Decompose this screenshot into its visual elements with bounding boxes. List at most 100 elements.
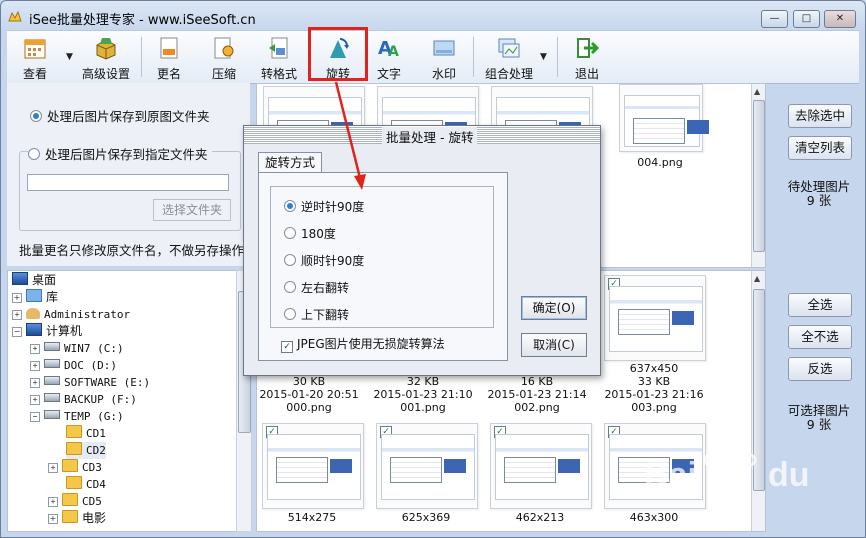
dialog-title-bar[interactable]: 批量处理 - 旋转	[244, 126, 600, 146]
tree-item-folder[interactable]: + 电影	[48, 510, 106, 527]
pending-image-card[interactable]	[619, 84, 709, 152]
available-images-label: 可选择图片	[787, 403, 851, 418]
expand-icon[interactable]: +	[48, 463, 58, 473]
toolbar-view-button[interactable]: 查看	[15, 34, 55, 81]
tree-item-folder[interactable]: CD1	[66, 425, 106, 442]
option-180-radio[interactable]: 180度	[284, 225, 336, 242]
maximize-button[interactable]: □	[793, 10, 820, 28]
tree-item-drive-f[interactable]: + BACKUP (F:)	[30, 391, 137, 408]
card-meta: 32 KB 2015-01-23 21:10 001.png	[363, 375, 483, 414]
folder-icon	[62, 493, 78, 506]
expand-icon[interactable]: +	[30, 361, 40, 371]
available-image-card[interactable]: ✓	[262, 423, 364, 509]
thumbnail-image	[267, 434, 361, 500]
card-meta: 16 KB 2015-01-23 21:14 002.png	[477, 375, 597, 414]
scrollbar-thumb[interactable]	[753, 100, 765, 252]
tree-item-drive-c[interactable]: + WIN7 (C:)	[30, 340, 124, 357]
rename-icon	[160, 37, 178, 59]
combine-icon	[498, 38, 520, 58]
option-flip-vertical-radio[interactable]: 上下翻转	[284, 306, 349, 323]
invert-selection-button[interactable]: 反选	[788, 357, 852, 381]
toolbar-label: 高级设置	[81, 67, 130, 81]
minimize-button[interactable]: —	[761, 10, 788, 28]
card-meta: 30 KB 2015-01-20 20:51 000.png	[257, 375, 369, 414]
radio-label: 逆时针90度	[301, 200, 365, 214]
radio-indicator	[284, 200, 296, 212]
tree-item-label: CD5	[82, 495, 102, 508]
combine-dropdown-arrow-icon[interactable]: ▼	[540, 52, 547, 62]
tree-item-folder[interactable]: CD4	[66, 476, 106, 493]
toolbar-watermark-button[interactable]: 水印	[426, 34, 462, 81]
card-dims: 462x213	[515, 511, 565, 524]
text-icon: AA	[378, 38, 399, 60]
option-cw90-radio[interactable]: 顺时针90度	[284, 252, 364, 269]
toolbar-exit-button[interactable]: 退出	[569, 34, 605, 81]
select-none-button[interactable]: 全不选	[788, 325, 852, 349]
tree-item-label: CD4	[86, 478, 106, 491]
radio-label: 处理后图片保存到指定文件夹	[45, 147, 208, 162]
expand-icon[interactable]: +	[48, 497, 58, 507]
jpeg-lossless-checkbox[interactable]: ✓ JPEG图片使用无损旋转算法	[281, 335, 445, 353]
tab-rotate-mode[interactable]: 旋转方式	[258, 152, 322, 173]
tree-item-computer[interactable]: − 计算机	[12, 323, 82, 340]
exit-icon	[577, 38, 599, 58]
radio-indicator	[284, 308, 296, 320]
toolbar-compress-button[interactable]: 压缩	[206, 34, 242, 81]
close-button[interactable]: ✕	[824, 10, 856, 28]
view-dropdown-arrow-icon[interactable]: ▼	[66, 52, 73, 62]
radio-indicator	[284, 254, 296, 266]
expand-icon[interactable]: +	[48, 514, 58, 524]
folder-icon	[62, 459, 78, 472]
remove-selected-button[interactable]: 去除选中	[788, 104, 852, 128]
tree-item-folder[interactable]: + CD5	[48, 493, 102, 510]
tree-item-drive-e[interactable]: + SOFTWARE (E:)	[30, 374, 150, 391]
svg-text:du: du	[768, 456, 810, 494]
tree-item-label: SOFTWARE (E:)	[64, 376, 151, 389]
cancel-button[interactable]: 取消(C)	[521, 333, 587, 357]
scroll-up-icon[interactable]: ▲	[754, 87, 760, 96]
card-date: 2015-01-23 21:14	[487, 388, 587, 401]
folder-tree: 桌面 + 库 + Administrator − 计算机 + WIN7 (C:) + DO…	[7, 270, 238, 532]
tree-item-folder[interactable]: + CD3	[48, 459, 102, 476]
available-image-card[interactable]: ✓	[604, 275, 706, 361]
scroll-up-icon[interactable]: ▲	[754, 274, 760, 283]
expand-icon[interactable]: +	[12, 293, 22, 303]
rotate-options-group: 逆时针90度 180度 顺时针90度 左右翻转 上下翻转	[270, 186, 494, 328]
save-to-original-radio[interactable]: 处理后图片保存到原图文件夹	[30, 106, 210, 125]
tree-item-drive-d[interactable]: + DOC (D:)	[30, 357, 117, 374]
toolbar-advanced-settings-button[interactable]: 高级设置	[80, 34, 132, 81]
tree-item-folder-selected[interactable]: CD2	[66, 442, 106, 459]
toolbar-combine-button[interactable]: 组合处理	[481, 34, 537, 81]
toolbar-text-button[interactable]: AA 文字	[371, 34, 407, 81]
option-flip-horizontal-radio[interactable]: 左右翻转	[284, 279, 349, 296]
save-to-specified-radio[interactable]: 处理后图片保存到指定文件夹	[28, 144, 212, 163]
expand-icon[interactable]: +	[12, 310, 22, 320]
tree-item-library[interactable]: + 库	[12, 289, 58, 306]
tree-item-drive-g[interactable]: − TEMP (G:)	[30, 408, 124, 425]
folder-icon	[62, 510, 78, 523]
rename-note: 批量更名只修改原文件名，不做另存操作	[19, 243, 245, 258]
folder-path-input[interactable]	[27, 174, 229, 191]
clear-list-button[interactable]: 清空列表	[788, 136, 852, 160]
ok-button[interactable]: 确定(O)	[521, 296, 587, 320]
expand-icon[interactable]: +	[30, 395, 40, 405]
available-image-card[interactable]: ✓	[376, 423, 478, 509]
tree-item-label: 库	[46, 290, 59, 304]
thumbnail-image	[495, 434, 589, 500]
available-image-card[interactable]: ✓	[490, 423, 592, 509]
tree-item-administrator[interactable]: + Administrator	[12, 306, 130, 323]
toolbar-convert-format-button[interactable]: 转格式	[257, 34, 301, 81]
tree-item-desktop[interactable]: 桌面	[12, 272, 56, 289]
expand-icon[interactable]: +	[30, 344, 40, 354]
option-ccw90-radio[interactable]: 逆时针90度	[284, 198, 364, 215]
choose-folder-button[interactable]: 选择文件夹	[153, 199, 231, 221]
collapse-icon[interactable]: −	[30, 412, 40, 422]
toolbar-rename-button[interactable]: 更名	[151, 34, 187, 81]
window-title: iSee批量处理专家 - www.iSeeSoft.cn	[29, 13, 256, 28]
toolbar-label: 水印	[431, 67, 456, 81]
select-all-button[interactable]: 全选	[788, 293, 852, 317]
tree-item-label: CD3	[82, 461, 102, 474]
collapse-icon[interactable]: −	[12, 327, 22, 337]
pending-scrollbar[interactable]: ▲	[751, 84, 765, 267]
expand-icon[interactable]: +	[30, 378, 40, 388]
